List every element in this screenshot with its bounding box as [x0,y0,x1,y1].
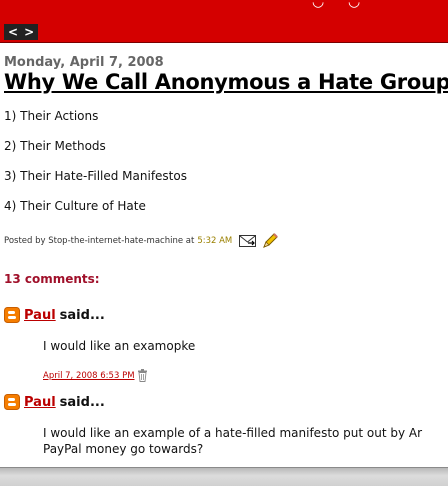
comment-header: Paul said... [4,394,105,410]
edit-pencil-icon[interactable] [261,232,279,250]
posted-by-text: Posted by Stop-the-internet-hate-machine… [4,236,195,246]
comment-text-line: I would like an examopke [43,339,196,353]
previous-arrow-button[interactable]: < [8,24,18,40]
post-date: Monday, April 7, 2008 [4,55,164,70]
header-decoration-right: ◡ [348,0,361,10]
post-time-link[interactable]: 5:32 AM [197,236,232,246]
browser-page: ◡ ◡ < > Monday, April 7, 2008 Why We Cal… [0,0,448,486]
window-bottom-edge [0,467,448,486]
comment-header: Paul said... [4,307,105,323]
comment-author-link[interactable]: Paul [24,395,56,410]
blog-header: ◡ ◡ < > [0,0,448,43]
next-arrow-button[interactable]: > [24,24,34,40]
comment-text-line: I would like an example of a hate-filled… [43,426,423,440]
comment-said-label: said... [59,307,105,323]
comments-count-heading: 13 comments: [4,272,100,286]
trash-icon[interactable] [137,369,148,382]
comment-timestamp-link[interactable]: April 7, 2008 6:53 PM [43,371,135,381]
email-post-icon[interactable] [239,235,257,247]
post-title[interactable]: Why We Call Anonymous a Hate Group [4,70,448,94]
comment-author-link[interactable]: Paul [24,308,56,323]
blogger-icon [4,307,20,323]
comment-said-label: said... [59,394,105,410]
post-list-item-4: 4) Their Culture of Hate [4,199,146,213]
navbar-arrows: < > [4,24,39,40]
comment-text-line: PayPal money go towards? [43,442,204,456]
post-list-item-3: 3) Their Hate-Filled Manifestos [4,169,187,183]
comment-body: I would like an example of a hate-filled… [43,425,422,457]
comment-timestamp-row: April 7, 2008 6:53 PM [43,369,148,382]
blogger-icon [4,394,20,410]
header-decoration-left: ◡ [312,0,325,10]
comment-body: I would like an examopke [43,338,195,354]
post-list-item-2: 2) Their Methods [4,139,106,153]
post-list-item-1: 1) Their Actions [4,109,99,123]
post-footer: Posted by Stop-the-internet-hate-machine… [4,232,279,250]
